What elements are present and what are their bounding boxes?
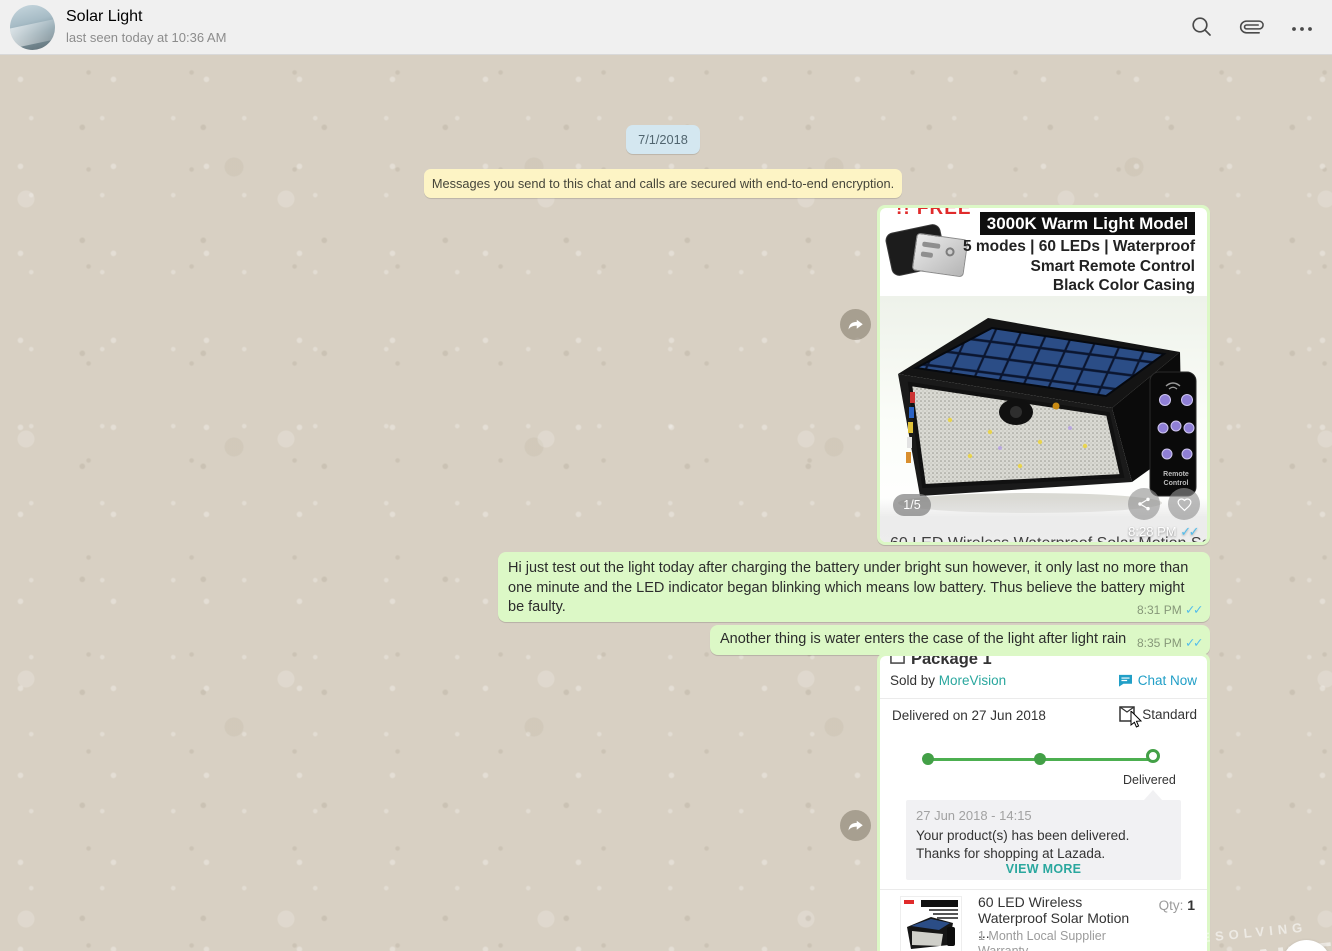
- message-timestamp: 8:35 PM ✓✓: [1137, 635, 1201, 650]
- contact-name[interactable]: Solar Light: [66, 8, 143, 26]
- message-text: Another thing is water enters the case o…: [720, 630, 1126, 650]
- package-icon: [890, 656, 905, 669]
- view-more-link: VIEW MORE: [906, 862, 1181, 876]
- sold-by-label: Sold by: [890, 673, 935, 688]
- svg-text:Remote: Remote: [1163, 471, 1189, 478]
- search-icon[interactable]: [1189, 14, 1215, 40]
- outgoing-image-message[interactable]: Package 1 Sold by MoreVision Chat Now De…: [877, 653, 1210, 951]
- delivery-event-box: 27 Jun 2018 - 14:15 Your product(s) has …: [906, 800, 1181, 880]
- last-seen-status: last seen today at 10:36 AM: [66, 30, 226, 45]
- scroll-to-bottom-button[interactable]: [1282, 940, 1331, 951]
- svg-text:Control: Control: [1164, 480, 1189, 487]
- seller-link: MoreVision: [939, 673, 1006, 688]
- paperclip-icon[interactable]: [1239, 14, 1265, 40]
- forward-icon[interactable]: [840, 309, 871, 340]
- progress-node-current: [1146, 749, 1160, 763]
- delivery-status-label: Delivered: [1123, 773, 1176, 787]
- promo-banner: 3000K Warm Light Model: [980, 212, 1195, 235]
- seller-row: Sold by MoreVision Chat Now: [890, 673, 1197, 693]
- progress-node: [1034, 753, 1046, 765]
- encryption-notice: Messages you send to this chat and calls…: [424, 169, 902, 198]
- product-thumbnail: [900, 896, 962, 951]
- image-counter-badge: 1/5: [893, 494, 931, 516]
- menu-dots-icon[interactable]: [1289, 16, 1315, 42]
- chat-now-link: Chat Now: [1118, 673, 1197, 688]
- mouse-cursor-icon: [1130, 711, 1143, 731]
- lazada-order-screenshot: Package 1 Sold by MoreVision Chat Now De…: [880, 656, 1207, 951]
- free-gift-multitool-graphic: [886, 218, 970, 288]
- read-receipt-checks: ✓✓: [1185, 603, 1201, 617]
- quantity: Qty: 1: [1159, 897, 1195, 913]
- heart-icon[interactable]: [1168, 488, 1200, 520]
- outgoing-image-message[interactable]: !! FREE 3000K Warm Light Model 5 modes |…: [877, 205, 1210, 545]
- product-promo-image: !! FREE 3000K Warm Light Model 5 modes |…: [880, 208, 1207, 542]
- solar-light-photo: Remote Control: [880, 296, 1207, 526]
- outgoing-text-message: Hi just test out the light today after c…: [498, 552, 1210, 622]
- read-receipt-checks: ✓✓: [1185, 636, 1201, 650]
- date-divider: 7/1/2018: [626, 125, 700, 154]
- remote-control-graphic: Remote Control: [1150, 372, 1196, 496]
- event-description: Your product(s) has been delivered. Than…: [916, 827, 1173, 863]
- message-timestamp: 8:31 PM ✓✓: [1137, 602, 1201, 617]
- event-timestamp: 27 Jun 2018 - 14:15: [916, 808, 1032, 823]
- chat-header: Solar Light last seen today at 10:36 AM: [0, 0, 1332, 55]
- package-header: Package 1: [890, 656, 992, 669]
- warranty-text: 1 Month Local Supplier Warranty: [978, 929, 1148, 951]
- share-icon[interactable]: [1128, 488, 1160, 520]
- forward-icon[interactable]: [840, 810, 871, 841]
- delivered-on-text: Delivered on 27 Jun 2018: [892, 708, 1046, 723]
- contact-avatar[interactable]: [10, 5, 55, 50]
- image-caption: 60 LED Wireless Waterproof Solar Motion …: [890, 535, 1207, 542]
- chat-message-area: 7/1/2018 Messages you send to this chat …: [0, 55, 1332, 951]
- chat-bubble-icon: [1118, 674, 1133, 687]
- outgoing-text-message: Another thing is water enters the case o…: [710, 625, 1210, 655]
- whatsapp-chat-window: Solar Light last seen today at 10:36 AM …: [0, 0, 1332, 951]
- progress-node: [922, 753, 934, 765]
- promo-specs: 5 modes | 60 LEDs | Waterproof Smart Rem…: [963, 237, 1195, 296]
- tooltip-pointer: [1144, 790, 1162, 800]
- message-text: Hi just test out the light today after c…: [508, 559, 1200, 618]
